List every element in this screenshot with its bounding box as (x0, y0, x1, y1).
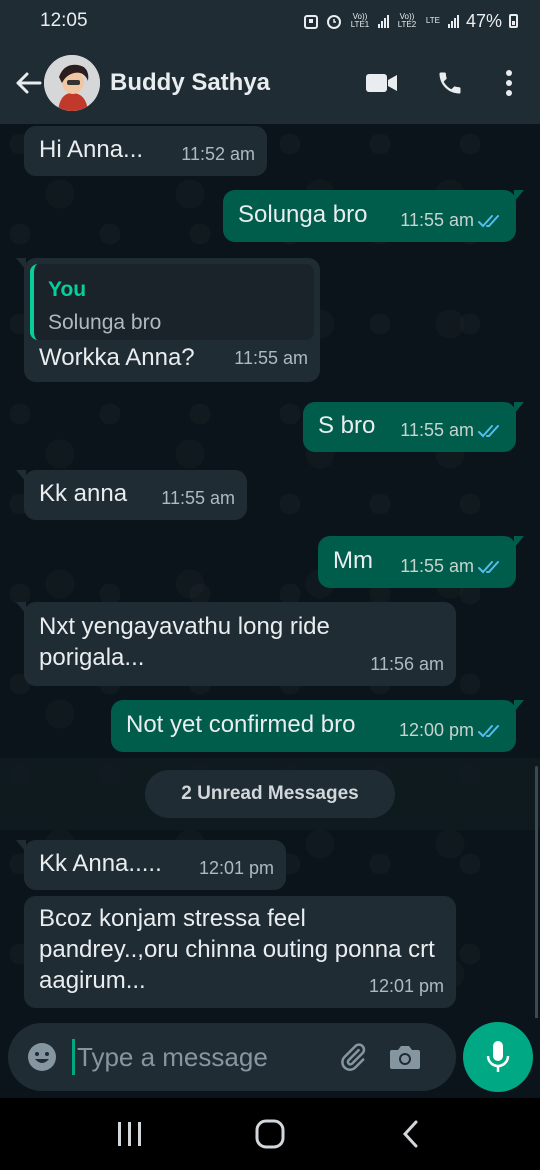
message-meta: 12:01 pm (199, 853, 274, 884)
signal-1-icon (377, 14, 389, 28)
message-outgoing[interactable]: Solunga bro 11:55 am (223, 190, 524, 242)
sim1-label: Vo)) LTE1 (350, 12, 370, 29)
attach-button[interactable] (327, 1031, 379, 1083)
message-time: 11:55 am (161, 488, 235, 508)
unread-messages-divider: 2 Unread Messages (145, 770, 395, 818)
message-incoming[interactable]: Kk anna 11:55 am (16, 470, 247, 520)
message-time: 11:55 am (400, 556, 474, 576)
message-incoming-reply[interactable]: You Solunga bro Workka Anna? 11:55 am (16, 258, 320, 382)
message-text: Not yet confirmed bro (126, 711, 356, 738)
message-time: 11:55 am (400, 210, 474, 230)
message-text: S bro (318, 412, 376, 439)
message-incoming[interactable]: Nxt yengayavathu long ride porigala... 1… (16, 602, 456, 686)
microphone-icon (486, 1041, 510, 1072)
header-actions (348, 58, 540, 108)
message-meta: 11:55 am (234, 343, 308, 374)
phone-icon (439, 72, 461, 94)
message-incoming[interactable]: Kk Anna..... 12:01 pm (16, 840, 286, 890)
contact-name[interactable]: Buddy Sathya (110, 69, 270, 97)
message-text: Hi Anna... (39, 136, 144, 163)
message-time: 11:56 am (370, 654, 444, 674)
message-text: Kk Anna..... (39, 850, 162, 877)
back-nav-button[interactable] (375, 1104, 445, 1164)
read-ticks-icon (478, 724, 499, 737)
message-text: Nxt yengayavathu long ride porigala... (39, 613, 330, 671)
message-time: 11:52 am (181, 144, 255, 164)
message-time: 12:00 pm (398, 720, 474, 740)
message-meta: 12:00 pm (399, 715, 504, 746)
message-meta: 11:55 am (400, 205, 504, 236)
recent-apps-icon (118, 1122, 141, 1146)
read-ticks-icon (478, 214, 499, 227)
avatar-image (44, 55, 100, 111)
camera-icon (390, 1046, 420, 1069)
voice-record-button[interactable] (463, 1022, 533, 1092)
home-icon (255, 1119, 285, 1149)
message-outgoing[interactable]: Not yet confirmed bro 12:00 pm (111, 700, 524, 752)
message-input[interactable] (77, 1032, 327, 1082)
quoted-text: Solunga bro (48, 311, 162, 334)
emoji-button[interactable] (14, 1029, 70, 1085)
clock-icon (326, 15, 341, 29)
recent-apps-button[interactable] (95, 1104, 165, 1164)
home-button[interactable] (235, 1104, 305, 1164)
alarm-icon (303, 15, 318, 29)
signal-2-icon (447, 14, 459, 28)
voice-call-button[interactable] (416, 58, 484, 108)
message-text: Workka Anna? (39, 344, 195, 371)
message-meta: 11:52 am (181, 139, 255, 170)
chat-header: Buddy Sathya (0, 42, 540, 124)
emoji-icon (28, 1043, 56, 1071)
battery-percent: 47% (465, 10, 502, 31)
quoted-message[interactable]: You Solunga bro (30, 264, 314, 340)
message-time: 12:01 pm (198, 858, 274, 878)
quoted-author: You (48, 278, 87, 301)
message-incoming[interactable]: Hi Anna... 11:52 am (24, 126, 267, 176)
message-time: 11:55 am (234, 348, 308, 368)
read-ticks-icon (478, 560, 499, 573)
message-meta: 11:56 am (370, 649, 444, 680)
status-bar: 12:05 Vo)) LTE1 Vo)) LTE2 LTE 47% (0, 0, 540, 42)
message-meta: 12:01 pm (369, 971, 444, 1002)
more-options-button[interactable] (484, 58, 534, 108)
message-text: Kk anna (39, 480, 128, 507)
message-outgoing[interactable]: S bro 11:55 am (303, 402, 524, 452)
status-icons: Vo)) LTE1 Vo)) LTE2 LTE 47% (303, 11, 518, 32)
paperclip-icon (341, 1043, 366, 1071)
avatar[interactable] (44, 55, 100, 111)
system-navigation-bar (0, 1098, 540, 1170)
message-outgoing[interactable]: Mm 11:55 am (318, 536, 524, 588)
message-meta: 11:55 am (161, 483, 235, 514)
status-time: 12:05 (40, 10, 88, 31)
chevron-left-icon (402, 1120, 418, 1148)
message-meta: 11:55 am (400, 415, 504, 446)
back-arrow-icon (16, 72, 42, 94)
video-call-icon (366, 74, 397, 92)
message-composer (8, 1023, 456, 1091)
text-caret (72, 1039, 75, 1075)
message-text: Mm (333, 547, 373, 574)
message-time: 11:55 am (400, 420, 474, 440)
chat-area[interactable]: Hi Anna... 11:52 am Solunga bro 11:55 am… (0, 124, 540, 1018)
video-call-button[interactable] (348, 58, 416, 108)
battery-icon (509, 14, 518, 28)
more-vert-icon (506, 70, 512, 96)
chat-scrollbar[interactable] (535, 766, 538, 1018)
read-ticks-icon (478, 424, 499, 437)
lte-label: LTE (425, 16, 440, 25)
message-time: 12:01 pm (368, 976, 444, 996)
message-text: Solunga bro (238, 201, 368, 228)
message-meta: 11:55 am (400, 551, 504, 582)
message-incoming[interactable]: Bcoz konjam stressa feel pandrey..,oru c… (24, 896, 456, 1008)
camera-button[interactable] (379, 1031, 431, 1083)
sim2-label: Vo)) LTE2 (397, 12, 417, 29)
